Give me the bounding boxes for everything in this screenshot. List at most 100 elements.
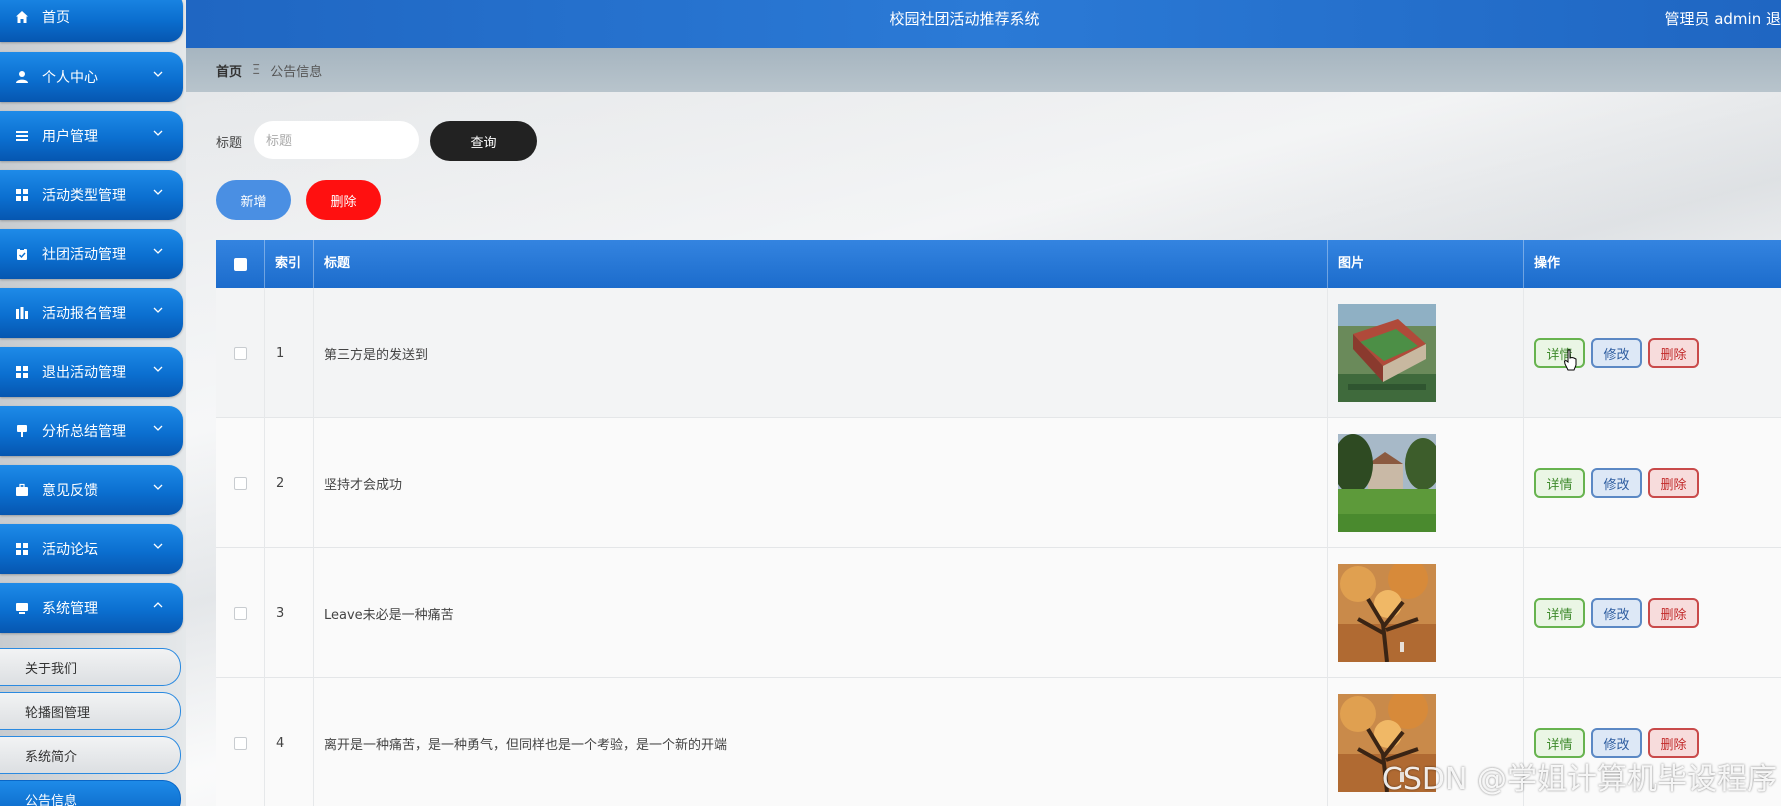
chevron-down-icon: [153, 366, 163, 372]
pin-icon: [14, 423, 30, 439]
watermark: CSDN @学姐计算机毕设程序: [1381, 762, 1777, 797]
column-header-index: 索引: [265, 240, 314, 288]
row-index: 4: [265, 678, 314, 806]
column-header-actions: 操作: [1534, 256, 1561, 271]
sidebar-item-label: 退出活动管理: [42, 365, 126, 381]
sidebar-item-personal-center[interactable]: 个人中心: [0, 52, 183, 102]
briefcase-icon: [14, 482, 30, 498]
row-checkbox[interactable]: [233, 606, 247, 620]
row-title: Leave未必是一种痛苦: [314, 548, 1328, 678]
chevron-down-icon: [153, 425, 163, 431]
sidebar-item-feedback[interactable]: 意见反馈: [0, 465, 183, 515]
select-all-checkbox[interactable]: [233, 257, 247, 271]
sidebar-item-label: 活动报名管理: [42, 306, 126, 322]
sidebar-subitem-label: 轮播图管理: [25, 705, 91, 721]
row-checkbox-cell: [216, 418, 265, 548]
breadcrumb-current: 公告信息: [270, 64, 323, 80]
row-checkbox-cell: [216, 288, 265, 418]
app-title: 校园社团活动推荐系统: [889, 10, 1040, 28]
detail-button[interactable]: 详情: [1534, 468, 1585, 498]
row-title: 离开是一种痛苦，是一种勇气，但同样也是一个考验，是一个新的开端: [314, 678, 1328, 806]
sidebar-item-signup-management[interactable]: 活动报名管理: [0, 288, 183, 338]
sidebar-subitem-system-intro[interactable]: 系统简介: [0, 736, 181, 774]
campus-building-image[interactable]: [1338, 304, 1436, 402]
row-index: 3: [265, 548, 314, 678]
chart-icon: [14, 305, 30, 321]
select-all-cell: [216, 240, 265, 288]
sidebar-subitem-carousel[interactable]: 轮播图管理: [0, 692, 181, 730]
sidebar-item-label: 个人中心: [42, 70, 98, 86]
sidebar-item-home[interactable]: 首页: [0, 0, 183, 42]
clipboard-icon: [14, 246, 30, 262]
sidebar-subitem-label: 系统简介: [25, 749, 78, 765]
sidebar-item-activity-type[interactable]: 活动类型管理: [0, 170, 183, 220]
add-button[interactable]: 新增: [216, 180, 291, 220]
sidebar-subitem-label: 公告信息: [25, 793, 78, 806]
table-row: 3 Leave未必是一种痛苦 详情 修改 删除: [216, 548, 1781, 678]
sidebar-item-user-management[interactable]: 用户管理: [0, 111, 183, 161]
table-row: 2 坚持才会成功 详情 修改 删除: [216, 418, 1781, 548]
grid-icon: [14, 187, 30, 203]
sidebar-item-club-activity[interactable]: 社团活动管理: [0, 229, 183, 279]
breadcrumb-home[interactable]: 首页: [216, 61, 242, 80]
sidebar-subitem-announcements[interactable]: 公告信息: [0, 780, 181, 806]
user-info[interactable]: 管理员 admin 退: [1664, 0, 1781, 38]
delete-button[interactable]: 删除: [1648, 598, 1699, 628]
main-content: 标题 查询 新增 删除 索引 标题 图片 操作 1 第三方是的发送到: [186, 92, 1781, 806]
query-button[interactable]: 查询: [430, 121, 537, 161]
grid-icon: [14, 364, 30, 380]
sidebar-item-system-management[interactable]: 系统管理: [0, 583, 183, 633]
chevron-up-icon: [153, 602, 163, 608]
column-header-title: 标题: [314, 240, 1328, 288]
sidebar-item-forum[interactable]: 活动论坛: [0, 524, 183, 574]
sidebar-item-label: 意见反馈: [42, 483, 98, 499]
row-checkbox-cell: [216, 548, 265, 678]
search-input[interactable]: [254, 121, 419, 159]
sidebar-item-label: 首页: [42, 10, 70, 26]
batch-delete-button[interactable]: 删除: [306, 180, 381, 220]
row-checkbox[interactable]: [233, 736, 247, 750]
sidebar-item-analysis-summary[interactable]: 分析总结管理: [0, 406, 183, 456]
row-image-cell: [1328, 548, 1524, 678]
row-image-cell: [1328, 418, 1524, 548]
sidebar-subitem-about-us[interactable]: 关于我们: [0, 648, 181, 686]
campus-lawn-image[interactable]: [1338, 434, 1436, 532]
edit-button[interactable]: 修改: [1591, 468, 1642, 498]
edit-button[interactable]: 修改: [1591, 338, 1642, 368]
sidebar-item-quit-activity[interactable]: 退出活动管理: [0, 347, 183, 397]
chevron-down-icon: [153, 248, 163, 254]
column-header-image: 图片: [1328, 240, 1524, 288]
table-header: 索引 标题 图片 操作: [216, 240, 1781, 288]
home-icon: [14, 9, 30, 25]
user-icon: [14, 69, 30, 85]
search-label: 标题: [216, 136, 243, 151]
row-title: 坚持才会成功: [314, 418, 1328, 548]
breadcrumb: 首页 Ξ 公告信息: [186, 48, 1781, 92]
sidebar-item-label: 社团活动管理: [42, 247, 126, 263]
row-image-cell: [1328, 288, 1524, 418]
chevron-down-icon: [153, 189, 163, 195]
breadcrumb-separator-icon: Ξ: [252, 62, 261, 78]
delete-button[interactable]: 删除: [1648, 468, 1699, 498]
delete-button[interactable]: 删除: [1648, 338, 1699, 368]
chevron-down-icon: [153, 484, 163, 490]
grid-icon: [14, 541, 30, 557]
edit-button[interactable]: 修改: [1591, 598, 1642, 628]
list-icon: [14, 128, 30, 144]
row-actions-cell: 详情 修改 删除: [1524, 548, 1781, 678]
row-checkbox[interactable]: [233, 476, 247, 490]
chevron-down-icon: [153, 543, 163, 549]
sidebar-item-label: 系统管理: [42, 601, 98, 617]
row-checkbox[interactable]: [233, 346, 247, 360]
chevron-down-icon: [153, 130, 163, 136]
autumn-tree-image[interactable]: [1338, 564, 1436, 662]
sidebar-item-label: 活动类型管理: [42, 188, 126, 204]
sidebar-subitem-label: 关于我们: [25, 661, 78, 677]
hand-cursor-icon: [1563, 349, 1577, 371]
table-row: 1 第三方是的发送到 详情 修改 删除: [216, 288, 1781, 418]
top-header: 校园社团活动推荐系统 管理员 admin 退: [186, 0, 1781, 48]
row-index: 1: [265, 288, 314, 418]
sidebar-item-label: 活动论坛: [42, 542, 98, 558]
detail-button[interactable]: 详情: [1534, 598, 1585, 628]
row-title: 第三方是的发送到: [314, 288, 1328, 418]
